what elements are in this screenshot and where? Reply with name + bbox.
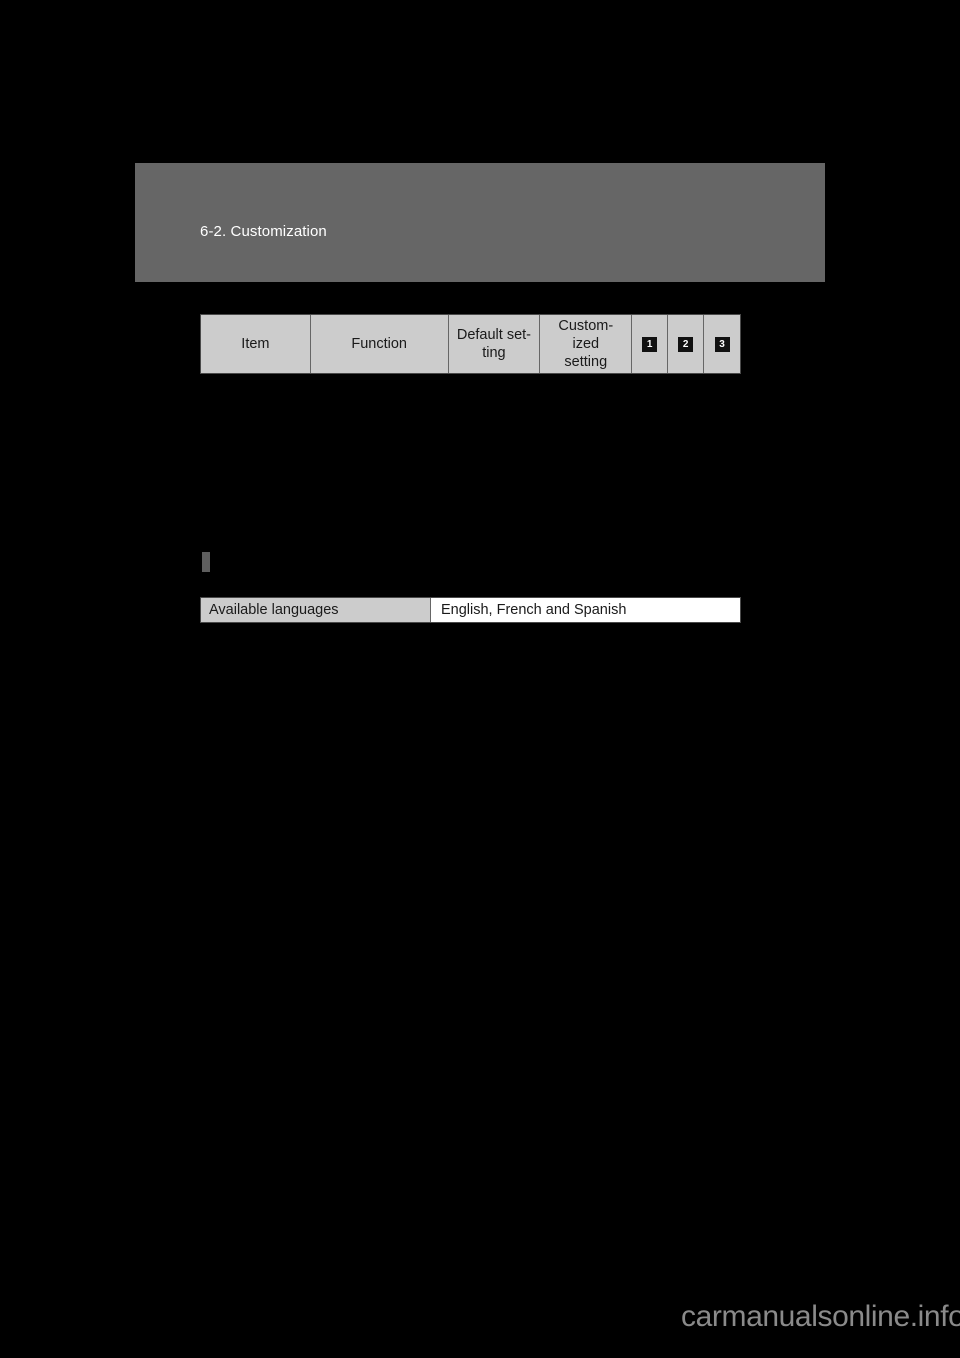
column-header-customized-setting: Custom- ized setting xyxy=(540,315,633,373)
available-languages-value: English, French and Spanish xyxy=(431,598,740,622)
column-header-function: Function xyxy=(310,315,449,373)
column-header-customized-setting-label: Custom- ized setting xyxy=(558,317,613,371)
default-setting-line-1: Default set- xyxy=(456,327,532,343)
column-header-default-setting: Default set- ting xyxy=(448,315,541,373)
badge-3-icon: 3 xyxy=(714,336,730,352)
customization-key-table: Item Function Default set- ting Custom- … xyxy=(200,314,741,374)
default-setting-line-2: ting xyxy=(482,345,506,361)
column-header-item: Item xyxy=(201,315,311,373)
available-languages-label: Available languages xyxy=(201,598,431,622)
page-title: 6-2. Customization xyxy=(200,223,327,240)
section-header-band: 6-2. Customization xyxy=(135,163,825,282)
badge-1-icon: 1 xyxy=(642,336,658,352)
badge-2-icon: 2 xyxy=(678,336,694,352)
column-header-step-1: 1 xyxy=(632,315,669,373)
column-header-step-3: 3 xyxy=(704,315,740,373)
column-header-default-setting-label: Default set- ting xyxy=(457,326,531,362)
column-header-function-label: Function xyxy=(351,336,407,352)
customized-setting-line-3: setting xyxy=(564,354,608,370)
site-watermark: carmanualsonline.info xyxy=(681,1300,960,1333)
section-bullet-marker xyxy=(202,552,210,572)
customized-setting-line-1: Custom- xyxy=(558,318,614,334)
column-header-step-2: 2 xyxy=(668,315,705,373)
available-languages-table: Available languages English, French and … xyxy=(200,597,741,623)
column-header-item-label: Item xyxy=(241,336,270,352)
customized-setting-line-2: ized xyxy=(572,336,600,352)
